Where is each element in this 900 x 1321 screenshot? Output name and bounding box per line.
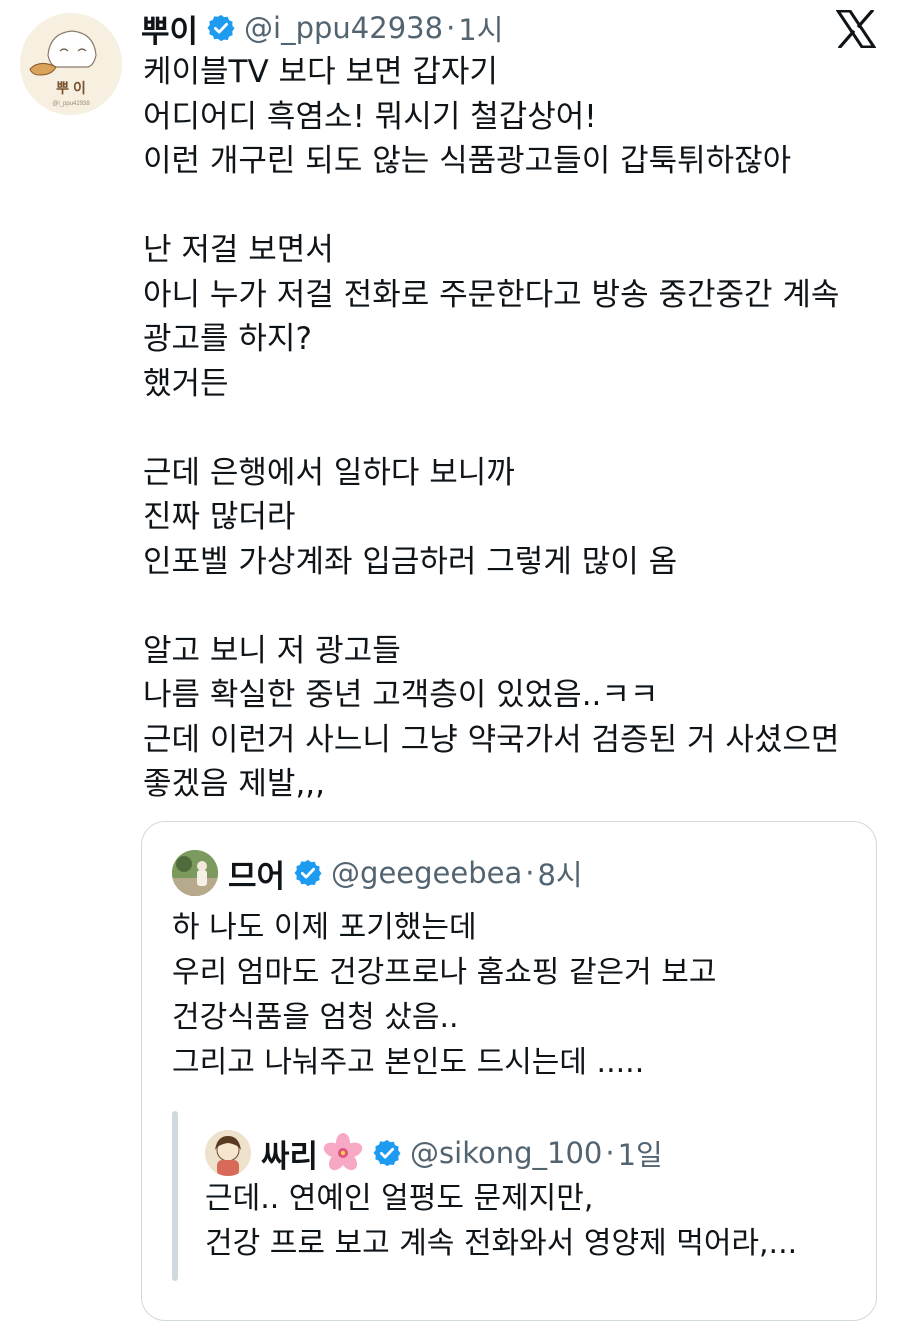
quoted-line: 우리 엄마도 건강프로나 홈쇼핑 같은거 보고	[172, 955, 717, 990]
tweet-line: 이런 개구린 되도 않는 식품광고들이 갑툭튀하잖아	[143, 143, 792, 179]
tweet-line: 광고를 하지?	[143, 321, 312, 357]
verified-badge-icon	[372, 1138, 402, 1168]
tweet-header: 뿌이 @i_ppu42938 · 1시	[141, 6, 503, 51]
header-separator: ·	[605, 1136, 615, 1170]
verified-badge-icon	[206, 13, 236, 43]
tweet-line: 근데 이런거 사느니 그냥 약국가서 검증된 거 사셨으면	[143, 721, 840, 758]
nested-line: 근데.. 연예인 얼평도 문제지만,	[205, 1181, 594, 1216]
tweet-line: 나름 확실한 중년 고객층이 있었음..ㅋㅋ	[143, 677, 659, 713]
tweet-line: 아니 누가 저걸 전화로 주문한다고 방송 중간중간 계속	[143, 276, 840, 313]
nested-tweet-timestamp[interactable]: 1일	[618, 1132, 663, 1174]
quoted-tweet-body: 하 나도 이제 포기했는데 우리 엄마도 건강프로나 홈쇼핑 같은거 보고 건강…	[172, 905, 716, 1085]
quoted-line: 하 나도 이제 포기했는데	[172, 910, 477, 945]
tweet-line: 근데 은행에서 일하다 보니까	[143, 454, 515, 491]
quoted-tweet-card[interactable]: 므어 @geegeebea · 8시 하 나도 이제 포기했는데 우리 엄마도 …	[141, 821, 877, 1321]
nested-line: 건강 프로 보고 계속 전화와서 영양제 먹어라,...	[205, 1226, 798, 1261]
tweet-timestamp[interactable]: 1시	[458, 7, 503, 49]
nested-author-name[interactable]: 싸리	[261, 1131, 318, 1176]
quoted-author-handle[interactable]: @geegeebea	[331, 856, 522, 890]
quoted-author-name[interactable]: 므어	[228, 851, 285, 896]
quoted-tweet-header: 므어 @geegeebea · 8시	[172, 849, 583, 897]
tweet-line: 알고 보니 저 광고들	[143, 632, 401, 669]
nested-quote-bar	[172, 1111, 178, 1281]
nested-author-avatar[interactable]	[205, 1130, 251, 1176]
author-handle[interactable]: @i_ppu42938	[244, 11, 443, 45]
verified-badge-icon	[293, 858, 323, 888]
avatar-illustration: 뿌 이 @i_ppu42938	[20, 13, 122, 115]
tweet-line: 했거든	[143, 365, 229, 402]
tweet-line: 케이블TV 보다 보면 갑자기	[143, 54, 498, 90]
author-name[interactable]: 뿌이	[141, 6, 198, 51]
avatar-sub-label: @i_ppu42938	[52, 101, 90, 107]
quoted-author-avatar[interactable]	[172, 850, 218, 896]
header-separator: ·	[446, 11, 456, 45]
header-separator: ·	[525, 856, 535, 890]
cherry-blossom-icon	[322, 1132, 364, 1174]
quoted-tweet-timestamp[interactable]: 8시	[537, 852, 582, 894]
nested-quote-body: 근데.. 연예인 얼평도 문제지만, 건강 프로 보고 계속 전화와서 영양제 …	[205, 1176, 797, 1266]
tweet-line: 난 저걸 보면서	[143, 232, 334, 268]
tweet-line: 진짜 많더라	[143, 499, 296, 535]
quoted-line: 그리고 나눠주고 본인도 드시는데 .....	[172, 1045, 645, 1080]
tweet-body: 케이블TV 보다 보면 갑자기 어디어디 흑염소! 뭐시기 철갑상어! 이런 개…	[143, 50, 839, 807]
tweet-line: 인포벨 가상계좌 입금하러 그렇게 많이 옴	[143, 543, 678, 580]
nested-author-handle[interactable]: @sikong_100	[410, 1136, 602, 1170]
avatar-label: 뿌 이	[56, 80, 86, 96]
x-logo-icon	[835, 8, 877, 50]
quoted-line: 건강식품을 엄청 샀음..	[172, 1000, 459, 1035]
author-avatar[interactable]: 뿌 이 @i_ppu42938	[20, 13, 122, 115]
nested-quote-header: 싸리 @sikong_100 · 1일	[205, 1129, 663, 1177]
tweet-line: 좋겠음 제발,,,	[143, 766, 326, 802]
tweet-line: 어디어디 흑염소! 뭐시기 철갑상어!	[143, 98, 597, 135]
